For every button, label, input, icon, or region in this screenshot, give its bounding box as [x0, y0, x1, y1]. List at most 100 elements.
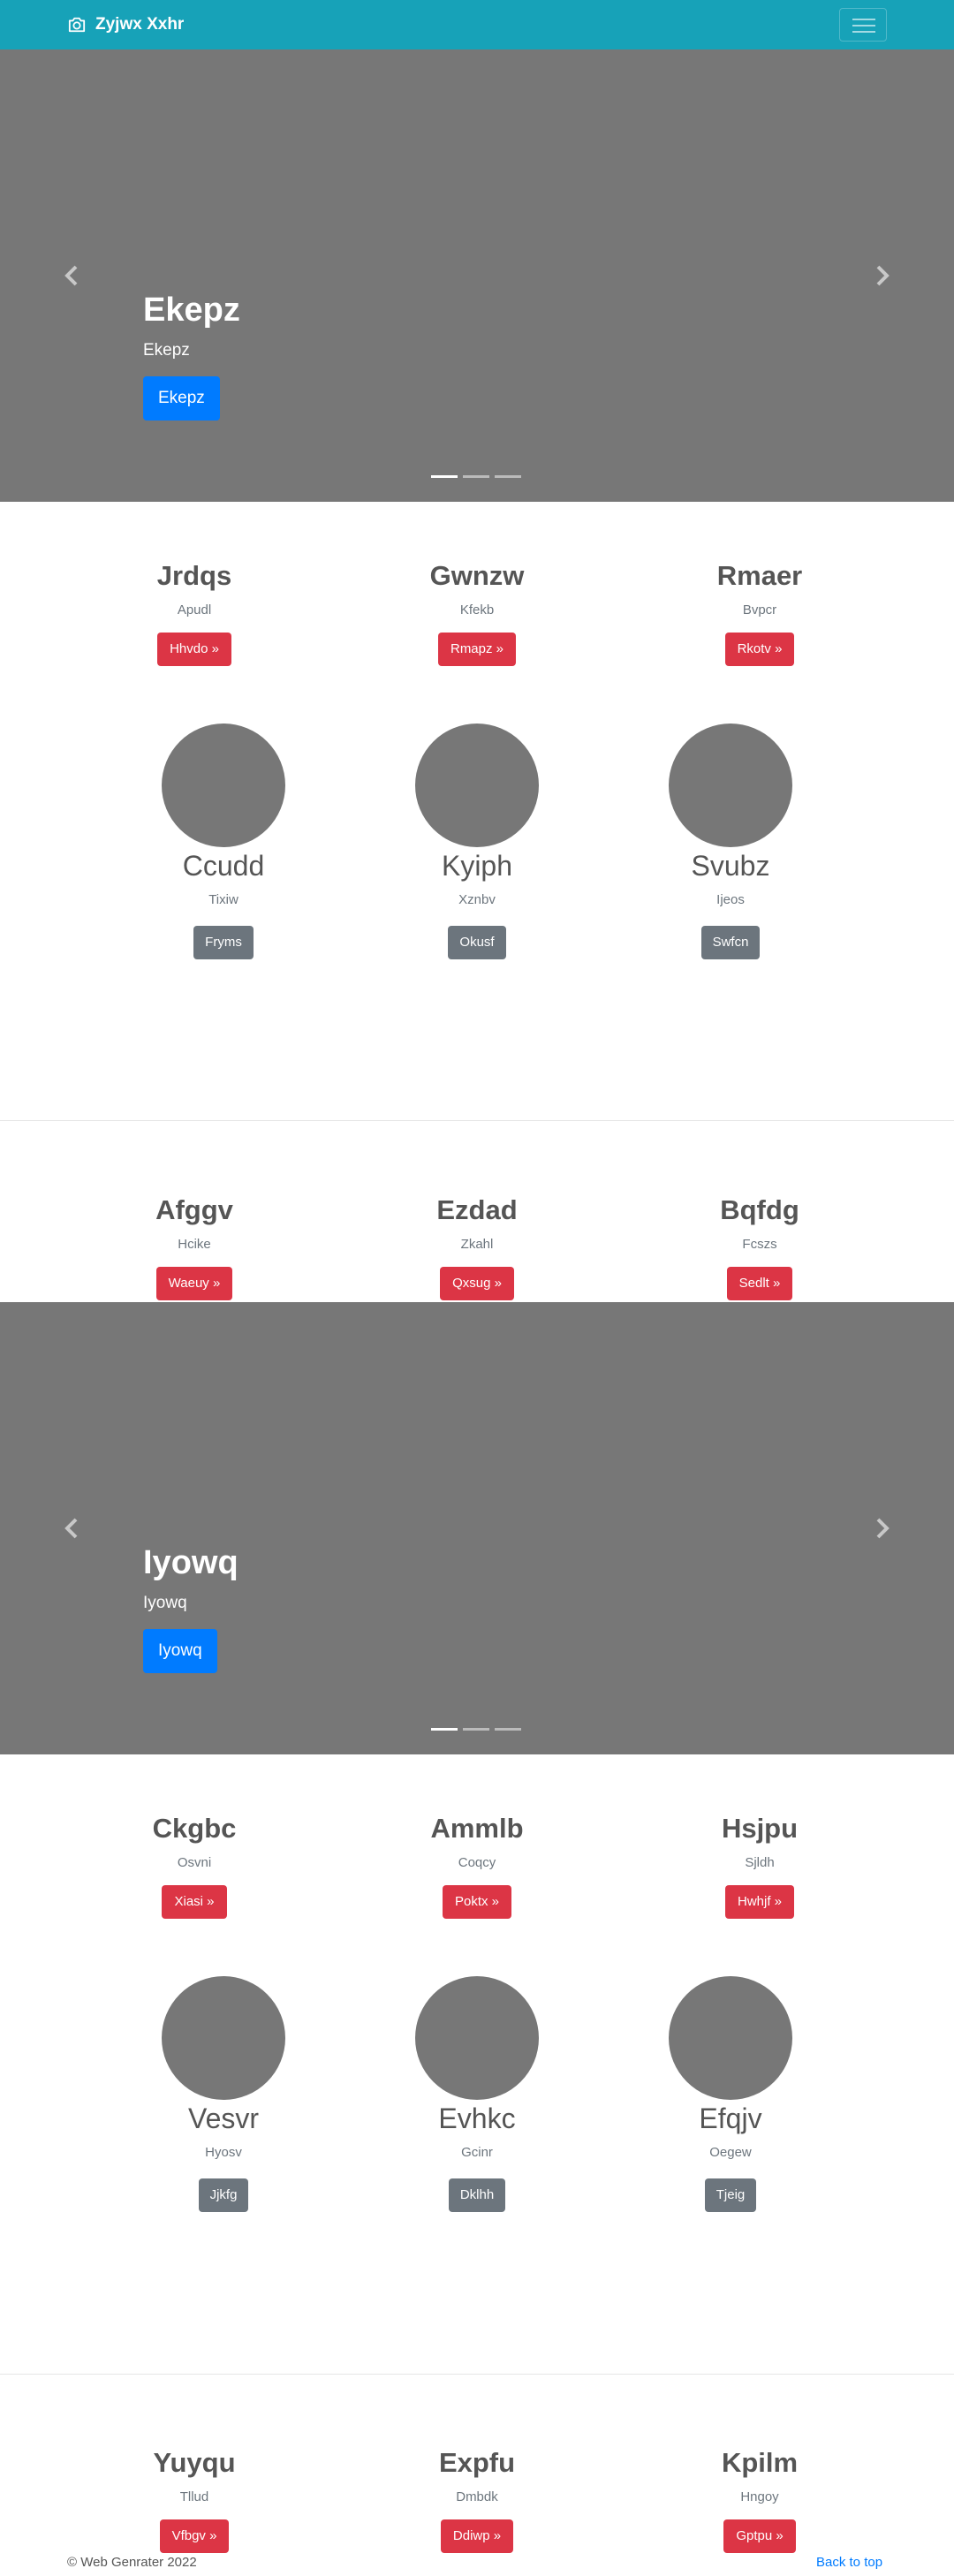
feature-column: Hsjpu Sjldh Hwhjf »	[627, 1812, 892, 1919]
feature-subtitle: Osvni	[177, 1855, 212, 1870]
feature-subtitle: Kfekb	[459, 602, 495, 617]
feature-title: Jrdqs	[156, 560, 232, 591]
back-to-top-link[interactable]: Back to top	[816, 2555, 882, 2570]
carousel-indicators	[431, 1728, 526, 1731]
feature-column: Afggv Hcike Waeuy »	[62, 1193, 327, 1300]
profile-title: Kyiph	[441, 850, 513, 882]
carousel-indicator-2[interactable]	[463, 1728, 489, 1731]
feature-title: Ckgbc	[152, 1813, 237, 1844]
carousel-indicator-3[interactable]	[495, 475, 521, 478]
feature-column: Ammlb Coqcy Poktx »	[344, 1812, 610, 1919]
carousel-next-button[interactable]	[869, 1511, 896, 1546]
profile-title: Vesvr	[187, 2102, 260, 2134]
profile-button[interactable]: Fryms	[193, 926, 254, 959]
carousel-indicator-3[interactable]	[495, 1728, 521, 1731]
feature-subtitle: Fcszs	[742, 1237, 777, 1252]
profile-title: Efqjv	[699, 2102, 762, 2134]
carousel-indicator-1[interactable]	[431, 475, 458, 478]
carousel-subtitle: Ekepz	[143, 341, 190, 360]
feature-button[interactable]: Xiasi »	[162, 1885, 227, 1919]
feature-column: Rmaer Bvpcr Rkotv »	[627, 559, 892, 666]
profile-button[interactable]: Swfcn	[700, 926, 761, 959]
feature-button[interactable]: Gptpu »	[723, 2519, 796, 2553]
profile-card: Svubz Ijeos Swfcn	[598, 724, 863, 959]
brand-link[interactable]: Zyjwx Xxhr	[67, 12, 184, 37]
avatar-placeholder	[415, 724, 539, 847]
feature-title: Expfu	[438, 2447, 516, 2478]
carousel-next-button[interactable]	[869, 258, 896, 293]
carousel-cta-button[interactable]: Iyowq	[143, 1629, 217, 1673]
feature-button[interactable]: Hwhjf »	[724, 1885, 795, 1919]
feature-button[interactable]: Qxsug »	[440, 1267, 514, 1300]
menu-toggle-button[interactable]	[839, 8, 887, 42]
profile-subtitle: Gcinr	[461, 2145, 493, 2160]
carousel-indicator-2[interactable]	[463, 475, 489, 478]
feature-button[interactable]: Sedlt »	[726, 1267, 793, 1300]
feature-column: Yuyqu Tllud Vfbgv »	[62, 2446, 327, 2553]
profile-title: Svubz	[691, 850, 770, 882]
feature-button[interactable]: Hhvdo »	[157, 633, 231, 666]
profile-button[interactable]: Dklhh	[448, 2178, 506, 2212]
carousel-prev-button[interactable]	[58, 1511, 85, 1546]
feature-title: Yuyqu	[153, 2447, 236, 2478]
feature-subtitle: Hcike	[178, 1237, 211, 1252]
feature-button[interactable]: Waeuy »	[155, 1267, 233, 1300]
profile-card: Efqjv Oegew Tjeig	[598, 1976, 863, 2212]
feature-title: Kpilm	[721, 2447, 799, 2478]
profile-subtitle: Oegew	[709, 2145, 752, 2160]
profile-card: Ccudd Tixiw Fryms	[91, 724, 356, 959]
footer-copyright: © Web Genrater 2022	[67, 2555, 197, 2570]
feature-title: Afggv	[155, 1194, 233, 1225]
hero-carousel: Iyowq Iyowq Iyowq	[0, 1302, 954, 1754]
chevron-left-icon	[64, 265, 78, 286]
profile-title: Ccudd	[182, 850, 265, 882]
camera-icon	[68, 17, 86, 33]
feature-title: Ezdad	[436, 1194, 518, 1225]
feature-subtitle: Sjldh	[745, 1855, 775, 1870]
feature-button[interactable]: Poktx »	[442, 1885, 512, 1919]
hamburger-icon-line	[852, 25, 875, 27]
profile-button[interactable]: Okusf	[448, 926, 506, 959]
navbar: Zyjwx Xxhr	[0, 0, 954, 49]
feature-subtitle: Zkahl	[460, 1237, 494, 1252]
feature-subtitle: Hngoy	[740, 2489, 779, 2504]
chevron-right-icon	[876, 265, 890, 286]
feature-button[interactable]: Vfbgv »	[159, 2519, 230, 2553]
hamburger-icon-line	[852, 19, 875, 20]
brand-text: Zyjwx Xxhr	[95, 15, 185, 34]
carousel-title: Ekepz	[143, 292, 240, 329]
feature-subtitle: Tllud	[179, 2489, 209, 2504]
feature-column: Expfu Dmbdk Ddiwp »	[344, 2446, 610, 2553]
feature-button[interactable]: Rmapz »	[437, 633, 517, 666]
feature-title: Ammlb	[430, 1813, 524, 1844]
carousel-indicator-1[interactable]	[431, 1728, 458, 1731]
profile-card: Kyiph Xznbv Okusf	[344, 724, 610, 959]
feature-button[interactable]: Ddiwp »	[440, 2519, 514, 2553]
feature-column: Gwnzw Kfekb Rmapz »	[344, 559, 610, 666]
profile-card: Evhkc Gcinr Dklhh	[344, 1976, 610, 2212]
profile-card: Vesvr Hyosv Jjkfg	[91, 1976, 356, 2212]
carousel-title: Iyowq	[143, 1544, 238, 1581]
feature-title: Rmaer	[716, 560, 803, 591]
feature-column: Kpilm Hngoy Gptpu »	[627, 2446, 892, 2553]
profile-button[interactable]: Tjeig	[704, 2178, 757, 2212]
profile-subtitle: Tixiw	[208, 892, 238, 907]
feature-button[interactable]: Rkotv »	[724, 633, 795, 666]
chevron-left-icon	[64, 1518, 78, 1539]
section-divider	[0, 2374, 954, 2375]
carousel-subtitle: Iyowq	[143, 1594, 187, 1612]
feature-subtitle: Coqcy	[458, 1855, 496, 1870]
avatar-placeholder	[415, 1976, 539, 2100]
feature-column: Ezdad Zkahl Qxsug »	[344, 1193, 610, 1300]
profile-button[interactable]: Jjkfg	[198, 2178, 249, 2212]
feature-title: Bqfdg	[720, 1194, 799, 1225]
carousel-cta-button[interactable]: Ekepz	[143, 376, 220, 420]
carousel-indicators	[431, 475, 526, 478]
profile-subtitle: Xznbv	[458, 892, 496, 907]
profile-subtitle: Hyosv	[205, 2145, 242, 2160]
section-divider	[0, 1120, 954, 1121]
carousel-prev-button[interactable]	[58, 258, 85, 293]
avatar-placeholder	[162, 724, 285, 847]
profile-subtitle: Ijeos	[716, 892, 745, 907]
feature-title: Gwnzw	[429, 560, 525, 591]
